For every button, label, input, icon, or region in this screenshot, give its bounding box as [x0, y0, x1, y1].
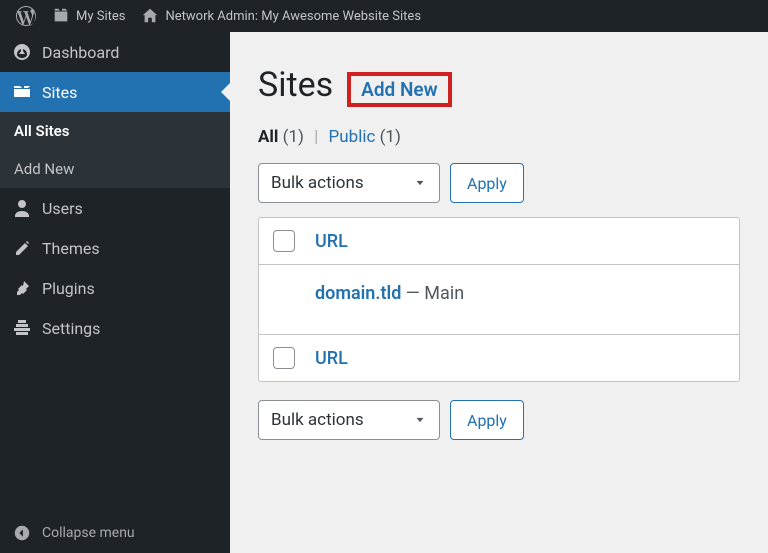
submenu-all-sites[interactable]: All Sites — [0, 112, 230, 150]
home-icon — [141, 7, 159, 25]
bulk-actions-select-bottom[interactable]: Bulk actions — [258, 400, 440, 440]
sites-icon — [52, 7, 70, 25]
menu-users[interactable]: Users — [0, 188, 230, 228]
menu-label: Sites — [42, 83, 77, 102]
themes-icon — [12, 238, 32, 258]
menu-plugins[interactable]: Plugins — [0, 268, 230, 308]
page-title: Sites — [258, 65, 333, 105]
my-sites-link[interactable]: My Sites — [44, 7, 133, 25]
menu-label: Dashboard — [42, 43, 119, 62]
menu-label: Plugins — [42, 279, 95, 298]
main-content: Sites Add New All (1) | Public (1) Bulk … — [230, 32, 768, 553]
bulk-actions-bottom: Bulk actions Apply — [258, 400, 740, 440]
apply-button[interactable]: Apply — [450, 163, 524, 203]
menu-label: Settings — [42, 319, 100, 338]
site-suffix: — Main — [401, 283, 464, 304]
view-filters: All (1) | Public (1) — [258, 127, 740, 147]
admin-bar: My Sites Network Admin: My Awesome Websi… — [0, 0, 768, 32]
column-url-footer[interactable]: URL — [315, 348, 348, 369]
add-new-button[interactable]: Add New — [361, 78, 438, 101]
select-all-checkbox-bottom[interactable] — [273, 347, 295, 369]
page-header: Sites Add New — [258, 65, 740, 107]
menu-dashboard[interactable]: Dashboard — [0, 32, 230, 72]
menu-label: Themes — [42, 239, 100, 258]
filter-public[interactable]: Public (1) — [329, 127, 401, 147]
sites-submenu: All Sites Add New — [0, 112, 230, 188]
add-new-highlight: Add New — [347, 72, 452, 107]
collapse-menu[interactable]: Collapse menu — [0, 513, 230, 553]
menu-label: Users — [42, 199, 83, 218]
collapse-label: Collapse menu — [42, 525, 135, 541]
collapse-icon — [12, 523, 32, 543]
plugins-icon — [12, 278, 32, 298]
site-link[interactable]: domain.tld — [315, 283, 401, 304]
menu-themes[interactable]: Themes — [0, 228, 230, 268]
column-url[interactable]: URL — [315, 231, 348, 252]
bulk-actions-top: Bulk actions Apply — [258, 163, 740, 203]
table-row: domain.tld — Main — [259, 265, 739, 334]
menu-sites[interactable]: Sites — [0, 72, 230, 112]
admin-sidebar: Dashboard Sites All Sites Add New Users … — [0, 32, 230, 553]
dashboard-icon — [12, 42, 32, 62]
network-admin-label: Network Admin: My Awesome Website Sites — [165, 9, 421, 24]
chevron-down-icon — [413, 176, 427, 190]
network-admin-link[interactable]: Network Admin: My Awesome Website Sites — [133, 7, 429, 25]
my-sites-label: My Sites — [76, 9, 125, 24]
sites-table: URL domain.tld — Main URL — [258, 217, 740, 382]
sites-icon — [12, 82, 32, 102]
apply-button-bottom[interactable]: Apply — [450, 400, 524, 440]
table-header: URL — [259, 218, 739, 265]
bulk-label: Bulk actions — [271, 410, 364, 430]
wp-logo[interactable] — [8, 6, 44, 26]
wordpress-icon — [16, 6, 36, 26]
submenu-add-new[interactable]: Add New — [0, 150, 230, 188]
settings-icon — [12, 318, 32, 338]
filter-all[interactable]: All (1) — [258, 127, 304, 147]
bulk-actions-select[interactable]: Bulk actions — [258, 163, 440, 203]
users-icon — [12, 198, 32, 218]
table-footer: URL — [259, 334, 739, 381]
menu-settings[interactable]: Settings — [0, 308, 230, 348]
chevron-down-icon — [413, 413, 427, 427]
select-all-checkbox[interactable] — [273, 230, 295, 252]
bulk-label: Bulk actions — [271, 173, 364, 193]
